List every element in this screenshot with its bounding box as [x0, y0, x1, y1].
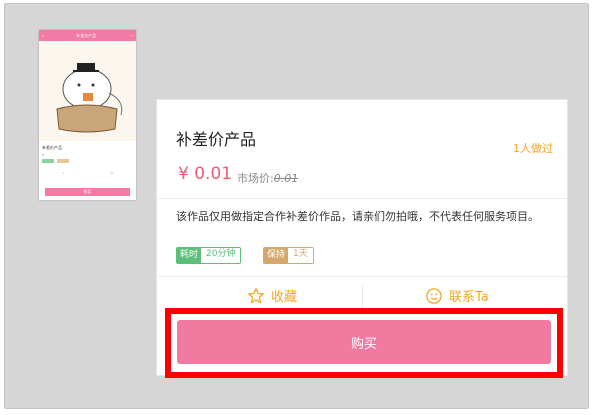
- tag-keep: 保持 1天: [263, 247, 314, 264]
- thumbnail-contact-icon: ☺: [110, 171, 114, 175]
- thumbnail-actions: ☆ ☺: [39, 171, 136, 175]
- thumbnail-product-title: 补差价产品: [42, 145, 62, 150]
- tag-duration: 耗时 20分钟: [176, 247, 242, 264]
- thumbnail-menu-icon: ⋯: [128, 33, 133, 38]
- contact-button[interactable]: 联系Ta: [425, 286, 489, 305]
- star-icon: [247, 286, 265, 304]
- product-price: ¥ 0.01: [178, 164, 233, 184]
- tag-duration-key: 耗时: [177, 248, 202, 263]
- favorite-label: 收藏: [271, 290, 298, 305]
- thumbnail-star-icon: ☆: [61, 171, 65, 175]
- buyer-count: 1人做过: [513, 142, 553, 155]
- beaver-illustration-icon: [56, 63, 123, 133]
- thumbnail-back-icon: ‹: [42, 33, 44, 38]
- thumbnail-header-title: 补差价产品: [76, 32, 97, 38]
- tag-keep-value: 1天: [288, 248, 313, 263]
- tag-keep-key: 保持: [264, 248, 289, 263]
- phone-preview-thumbnail: ‹ 补差价产品 ⋯ 补差价产品 ¥ ☆ ☺ 购买: [39, 30, 136, 200]
- market-price-label: 市场价:: [237, 172, 274, 185]
- thumbnail-tags: [42, 159, 133, 163]
- smiley-icon: [426, 287, 442, 304]
- divider: [157, 198, 567, 199]
- market-price: 市场价:0.01: [237, 170, 298, 186]
- divider: [157, 276, 567, 277]
- thumbnail-header: ‹ 补差价产品 ⋯: [39, 30, 136, 41]
- buy-button[interactable]: 购买: [177, 320, 551, 364]
- contact-label: 联系Ta: [449, 290, 489, 305]
- favorite-button[interactable]: 收藏: [247, 286, 297, 305]
- thumbnail-product-price: ¥: [42, 153, 44, 157]
- buy-button-highlight: 购买: [165, 308, 563, 378]
- product-description: 该作品仅用做指定合作补差价作品，请亲们勿拍哦，不代表任何服务项目。: [176, 210, 539, 223]
- product-title: 补差价产品: [176, 130, 257, 149]
- thumbnail-product-illustration: [39, 41, 136, 141]
- thumbnail-buy-button: 购买: [45, 188, 130, 196]
- tag-duration-value: 20分钟: [201, 248, 241, 263]
- thumbnail-tag-time: [42, 159, 54, 163]
- thumbnail-tag-keep: [57, 159, 69, 163]
- market-price-value: 0.01: [273, 172, 299, 185]
